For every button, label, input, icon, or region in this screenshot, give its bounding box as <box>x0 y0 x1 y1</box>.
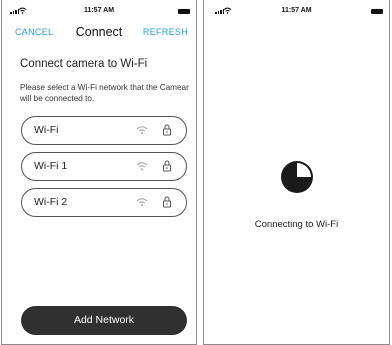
connect-heading: Connect camera to Wi-Fi <box>20 58 148 70</box>
status-time: 11:57 AM <box>281 7 312 14</box>
network-name: Wi-Fi 2 <box>34 196 68 208</box>
lock-icon <box>163 160 171 172</box>
network-name: Wi-Fi 1 <box>34 160 68 172</box>
wifi-icon <box>136 126 148 135</box>
status-bar: 11:57 AM <box>2 6 196 18</box>
network-item-wifi-1[interactable]: Wi-Fi 1 <box>21 152 187 181</box>
status-time: 11:57 AM <box>83 7 115 14</box>
connecting-screen: 11:57 AM Connecting to Wi-Fi <box>203 0 390 345</box>
wifi-icon <box>136 198 148 207</box>
connect-screen: 11:57 AM CANCEL Connect REFRESH Connect … <box>1 0 197 345</box>
progress-spinner-icon <box>281 161 313 193</box>
status-bar: 11:57 AM <box>204 6 389 18</box>
network-item-wifi-2[interactable]: Wi-Fi 2 <box>21 188 187 217</box>
lock-icon <box>163 124 171 136</box>
refresh-button[interactable]: REFRESH <box>143 27 188 37</box>
wifi-icon <box>136 162 148 171</box>
lock-icon <box>163 196 171 208</box>
nav-bar: CANCEL Connect REFRESH <box>2 24 196 40</box>
connect-description: Please select a Wi-Fi network that the C… <box>20 83 189 103</box>
battery-icon <box>371 9 383 14</box>
network-item-wifi[interactable]: Wi-Fi <box>21 116 187 145</box>
add-network-button[interactable]: Add Network <box>21 306 187 335</box>
network-name: Wi-Fi <box>34 124 59 136</box>
connecting-message: Connecting to Wi-Fi <box>254 219 339 230</box>
battery-icon <box>178 9 190 14</box>
